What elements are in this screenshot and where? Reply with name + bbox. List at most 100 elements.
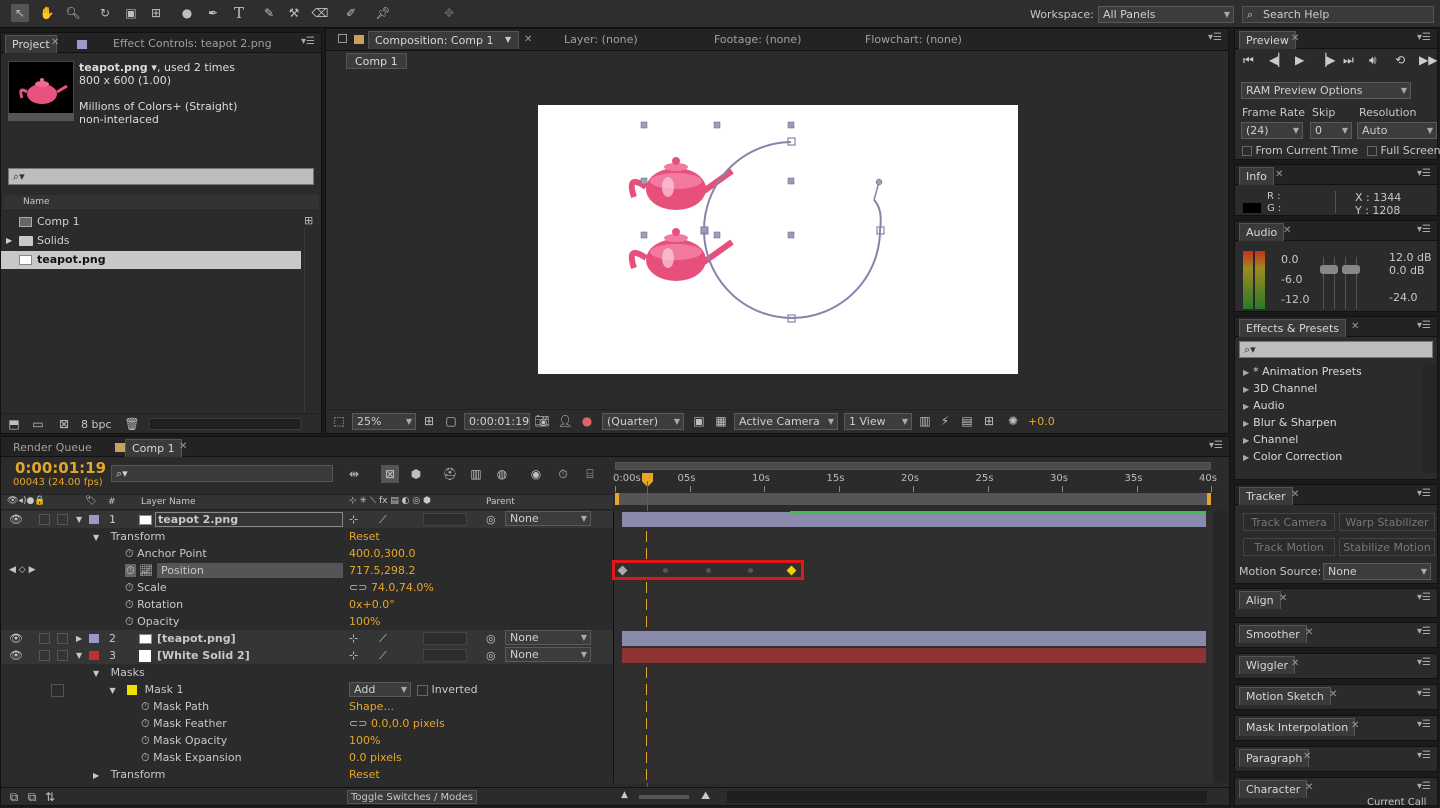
inverted-checkbox[interactable]: Inverted <box>417 681 478 698</box>
flowchart-icon[interactable]: ⊞ <box>304 214 313 227</box>
camera-view-dropdown[interactable]: Active Camera <box>734 413 838 430</box>
transparency-grid-icon[interactable]: ▦ <box>712 412 730 430</box>
show-snapshot-icon[interactable]: 👤︎ <box>556 412 574 430</box>
quality-switch-icon[interactable]: ⟋ <box>379 630 387 647</box>
col-hash-header[interactable]: # <box>108 497 116 507</box>
checkbox-box[interactable] <box>1242 146 1252 156</box>
panel-menu-icon[interactable]: ▾☰ <box>1417 488 1431 499</box>
tab-layer[interactable]: Layer: (none) <box>558 31 644 49</box>
shy-switch-icon[interactable]: ⊹ <box>349 511 358 528</box>
effects-category[interactable]: ▶Audio <box>1243 397 1284 414</box>
tab-render-queue[interactable]: Render Queue <box>7 439 98 457</box>
panel-menu-icon[interactable]: ▾☰ <box>1417 719 1431 730</box>
mask-mode-dropdown[interactable]: Add <box>349 682 411 697</box>
tab-timeline-comp1[interactable]: Comp 1 <box>125 439 182 457</box>
snapshot-camera-icon[interactable]: 📷︎ <box>533 412 551 430</box>
hand-tool-icon[interactable]: ✋ <box>38 4 56 22</box>
tab-character[interactable]: Character <box>1239 780 1307 798</box>
position-row[interactable]: ⏱ 📈︎ <box>125 562 153 579</box>
next-frame-icon[interactable]: ▕▶ <box>1317 53 1335 67</box>
expand-arrow-icon[interactable]: ▶ <box>76 630 82 647</box>
layer-row-3[interactable]: 👁︎ ▼ 3 [White Solid 2] ⊹ ⟋ ◎ None <box>1 647 613 664</box>
tab-mask-interpolation[interactable]: Mask Interpolation <box>1239 718 1355 736</box>
timeline-vscroll[interactable] <box>1213 511 1227 783</box>
close-icon[interactable]: ✕ <box>1291 658 1299 669</box>
brush-tool-icon[interactable]: ✎ <box>260 4 278 22</box>
stabilize-motion-button[interactable]: Stabilize Motion <box>1339 538 1435 556</box>
solo-box[interactable] <box>39 650 50 661</box>
panel-menu-icon[interactable]: ▾☰ <box>1417 781 1431 792</box>
expand-arrow-icon[interactable]: ▶ <box>6 232 12 250</box>
close-icon[interactable]: ✕ <box>1305 627 1313 638</box>
tab-smoother[interactable]: Smoother <box>1239 625 1307 643</box>
track-motion-button[interactable]: Track Motion <box>1243 538 1335 556</box>
stopwatch-icon[interactable]: ⏱ <box>125 581 134 594</box>
panel-menu-icon[interactable]: ▾☰ <box>1208 32 1222 43</box>
scale-value[interactable]: ⊂⊃ 74.0,74.0% <box>349 579 434 596</box>
resolution-dropdown[interactable]: Auto <box>1357 122 1437 139</box>
puppet-pin-tool-icon[interactable]: 📌︎ <box>374 4 392 22</box>
track-area[interactable] <box>613 511 1213 783</box>
panel-menu-icon[interactable]: ▾☰ <box>1417 320 1431 331</box>
ram-preview-options-dropdown[interactable]: RAM Preview Options <box>1241 82 1411 99</box>
always-preview-icon[interactable]: ⬚ <box>330 412 348 430</box>
project-item-teapot[interactable]: teapot.png <box>1 251 301 269</box>
project-item-comp1[interactable]: Comp 1 <box>1 213 301 231</box>
visibility-eye-icon[interactable]: 👁︎ <box>9 630 23 647</box>
mask1-row[interactable]: ▼ Mask 1 <box>51 681 183 698</box>
mask-visibility-icon[interactable]: ▢ <box>442 412 460 430</box>
parent-pickwhip-icon[interactable]: ◎ <box>486 511 496 528</box>
expand-arrow-icon[interactable]: ▶ <box>1243 368 1249 377</box>
effects-category[interactable]: ▶Blur & Sharpen <box>1243 414 1337 431</box>
mask-visibility-box[interactable] <box>51 684 64 697</box>
layer-bar-3[interactable] <box>622 648 1206 663</box>
resolution-dropdown[interactable]: (Quarter) <box>602 413 684 430</box>
parent-pickwhip-icon[interactable]: ◎ <box>486 630 496 647</box>
safe-margins-icon[interactable]: ⊞ <box>420 412 438 430</box>
expand-arrow-icon[interactable]: ▼ <box>93 533 99 542</box>
new-folder-icon[interactable]: ▭ <box>29 415 47 433</box>
close-icon[interactable]: ✕ <box>1291 33 1299 44</box>
close-icon[interactable]: ✕ <box>1305 782 1313 793</box>
switch-boxes[interactable] <box>423 632 467 645</box>
play-icon[interactable]: ▶ <box>1295 53 1304 67</box>
layer-name[interactable]: [White Solid 2] <box>157 647 250 664</box>
tab-effects-presets[interactable]: Effects & Presets <box>1239 319 1346 337</box>
shy-switch-icon[interactable]: ⊹ <box>349 647 358 664</box>
chevron-down-icon[interactable]: ▼ <box>505 35 511 44</box>
zoom-slider[interactable] <box>639 795 689 799</box>
expand-arrow-icon[interactable]: ▶ <box>1243 436 1249 445</box>
stopwatch-icon[interactable]: ⏱ <box>141 717 150 730</box>
prev-frame-icon[interactable]: ◀▏ <box>1269 53 1287 67</box>
transform-group[interactable]: ▼ Transform <box>93 528 165 545</box>
project-scrollbar[interactable] <box>304 228 318 412</box>
close-icon[interactable]: ✕ <box>51 37 59 48</box>
project-hscroll[interactable] <box>149 418 301 430</box>
expand-arrow-icon[interactable]: ▶ <box>1243 419 1249 428</box>
last-frame-icon[interactable]: ⏭ <box>1343 53 1354 68</box>
audio-slider-left[interactable] <box>1323 257 1335 309</box>
effects-category[interactable]: ▶3D Channel <box>1243 380 1317 397</box>
comp-timecode[interactable]: 0:00:01:19 <box>464 413 530 430</box>
ellipse-tool-icon[interactable]: ● <box>178 4 196 22</box>
transform-reset[interactable]: Reset <box>349 528 380 545</box>
tab-wiggler[interactable]: Wiggler <box>1239 656 1295 674</box>
mask-expansion-value[interactable]: 0.0 pixels <box>349 749 402 766</box>
visibility-eye-icon[interactable]: 👁︎ <box>9 647 23 664</box>
channels-icon[interactable]: ● <box>578 412 596 430</box>
lock-box[interactable] <box>57 514 68 525</box>
effects-category[interactable]: ▶Channel <box>1243 431 1298 448</box>
from-current-time-checkbox[interactable]: From Current Time <box>1242 144 1358 157</box>
keyframe-navigator[interactable]: ◀ ◇ ▶ <box>9 562 36 579</box>
graph-editor-icon[interactable]: ⌸ <box>581 465 599 483</box>
lock-box[interactable] <box>57 650 68 661</box>
motion-source-dropdown[interactable]: None <box>1323 563 1431 580</box>
zoom-tool-icon[interactable]: 🔍︎ <box>64 4 82 22</box>
mute-audio-icon[interactable]: 🔊︎ <box>1369 53 1377 68</box>
hide-shy-layers-icon[interactable]: ⛑ <box>441 465 459 483</box>
panel-menu-icon[interactable]: ▾☰ <box>1417 750 1431 761</box>
work-area-range[interactable] <box>615 493 1211 505</box>
effects-search-input[interactable]: ⌕▾ <box>1239 341 1433 358</box>
timeline-timecode[interactable]: 0:00:01:19 <box>15 459 106 477</box>
parent-dropdown[interactable]: None <box>505 647 591 662</box>
